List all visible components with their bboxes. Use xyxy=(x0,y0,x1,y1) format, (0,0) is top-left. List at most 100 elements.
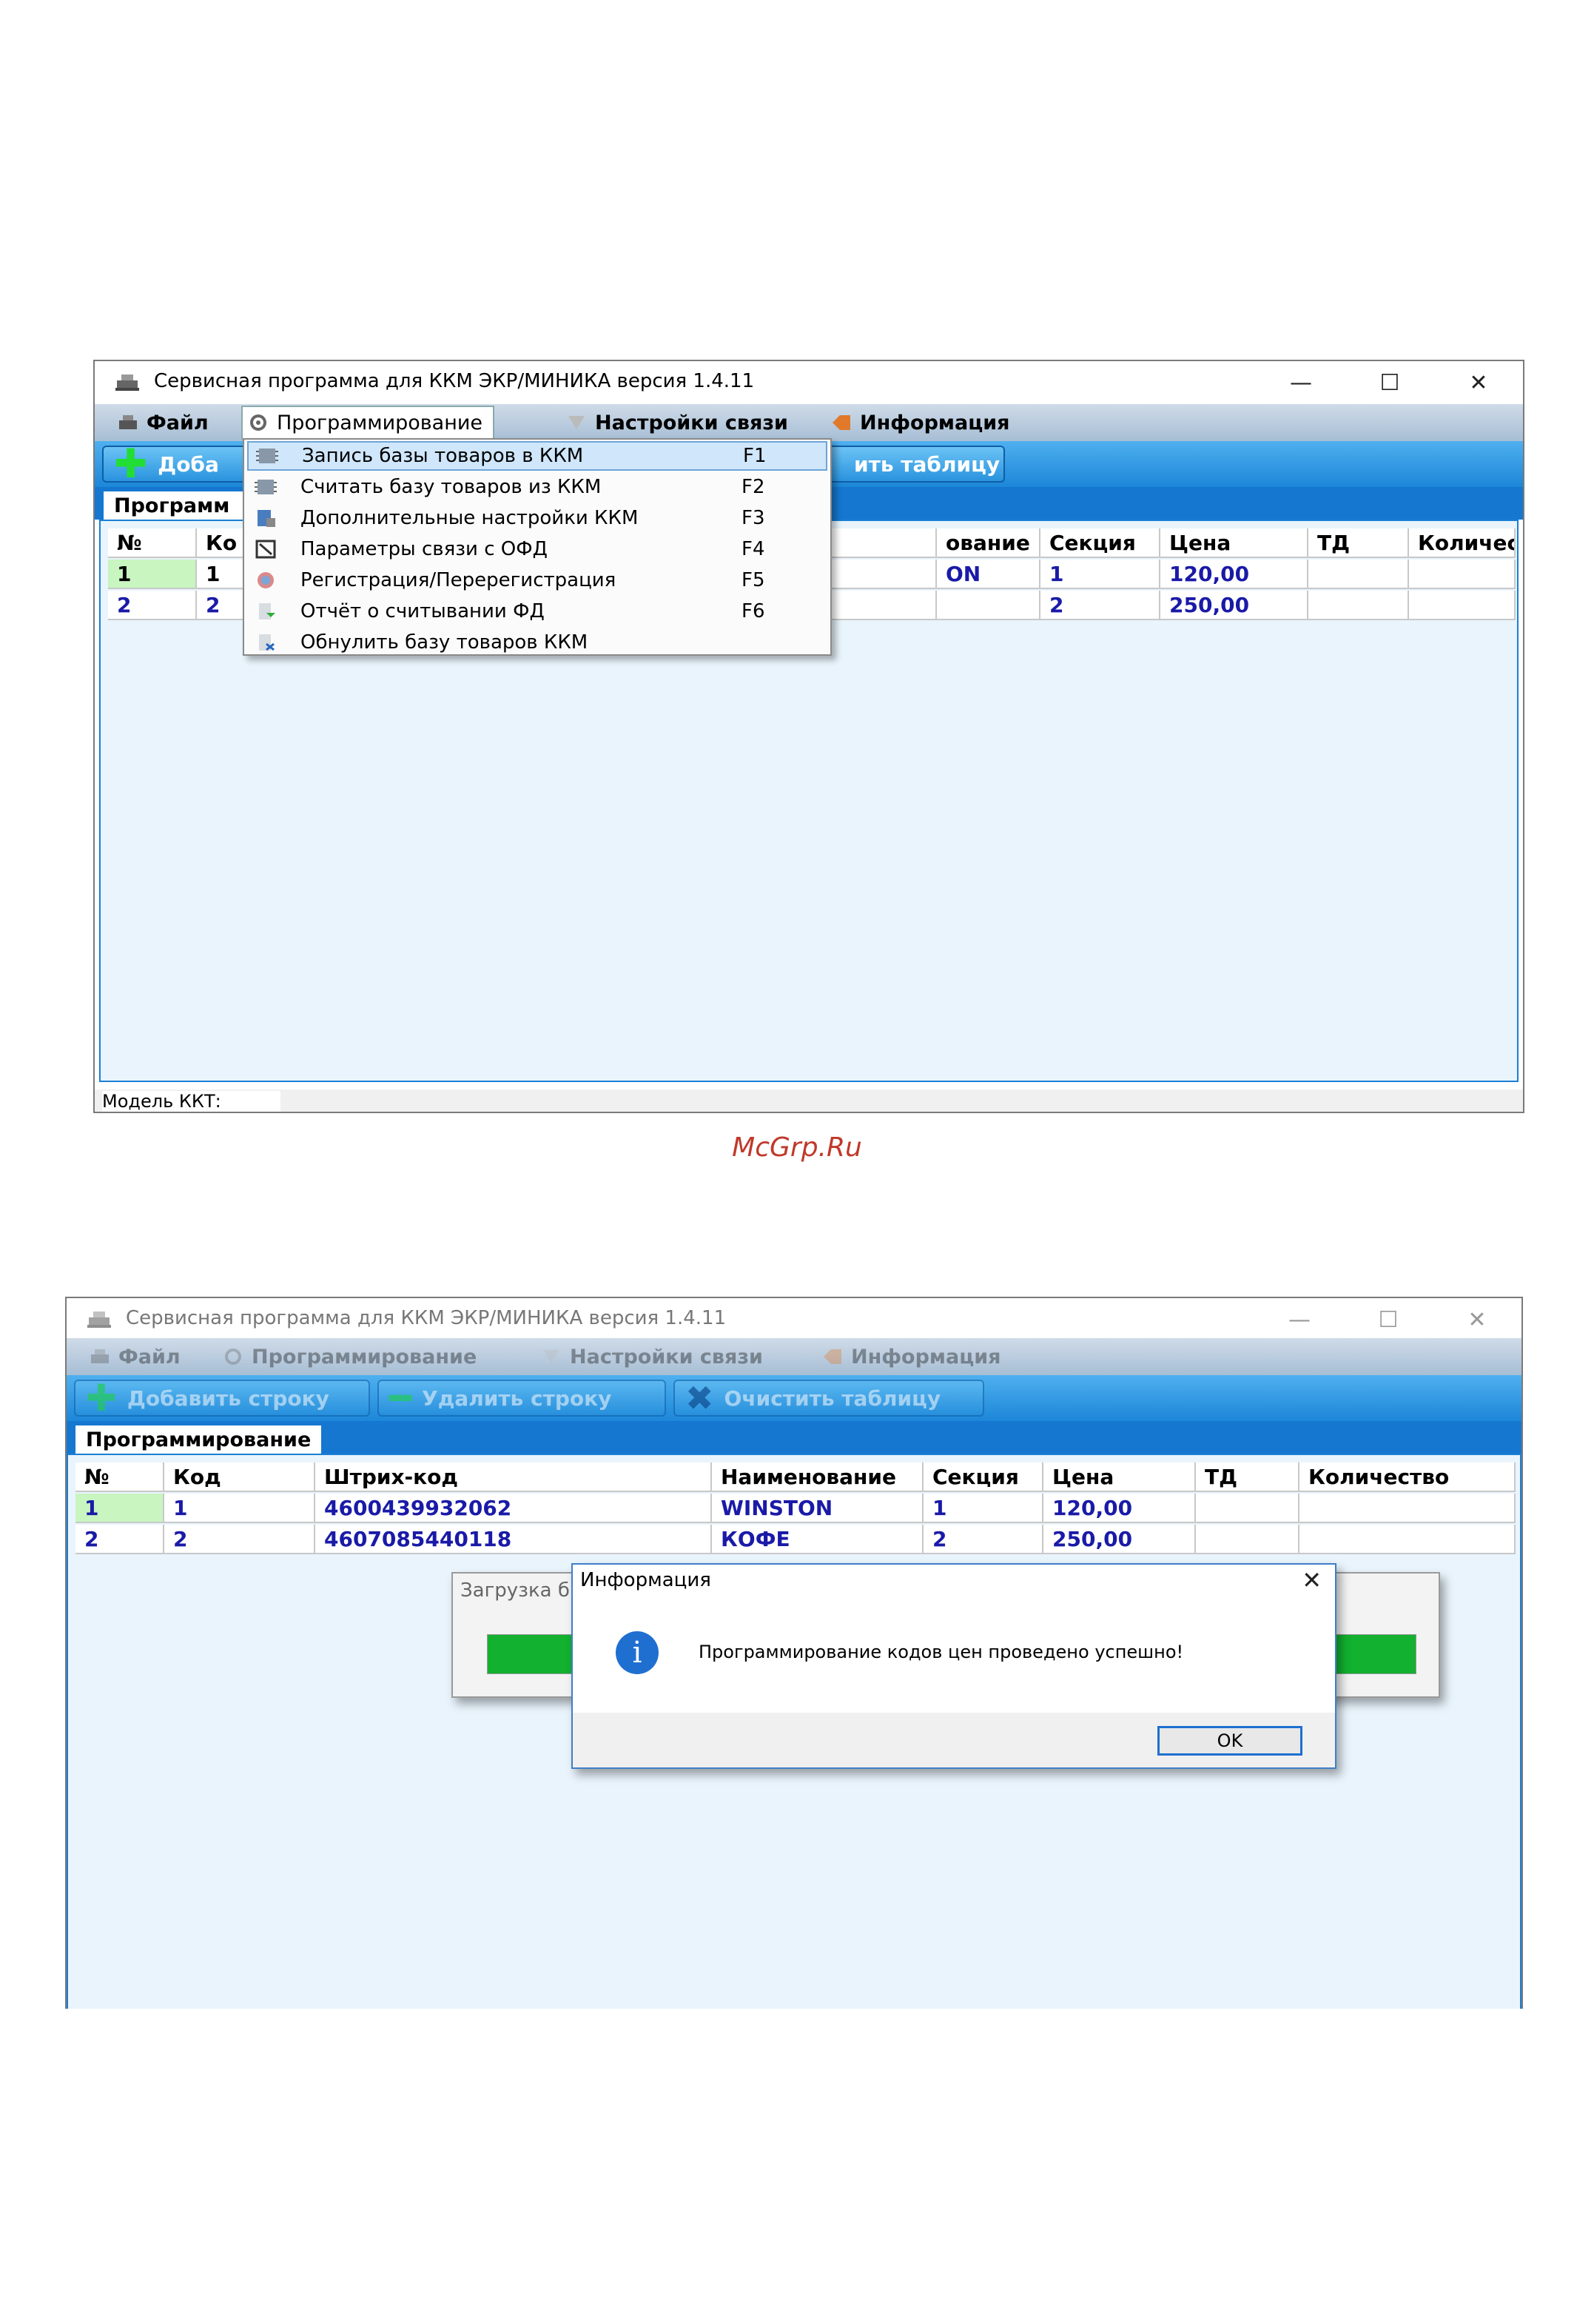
menu-info[interactable]: Информация xyxy=(830,404,1009,441)
menu-file[interactable]: Файл xyxy=(117,404,209,441)
info-dialog-close-button[interactable]: ✕ xyxy=(1302,1566,1322,1594)
col-barcode[interactable]: Штрих-код xyxy=(315,1462,712,1492)
menu-bar: Файл Программирование Настройки связи Ин… xyxy=(67,1338,1521,1375)
menu-programming[interactable]: Программирование xyxy=(222,1338,477,1375)
cell-name[interactable] xyxy=(937,591,1040,620)
cell-section[interactable]: 2 xyxy=(924,1525,1043,1554)
cell-price[interactable]: 120,00 xyxy=(1043,1494,1196,1523)
minimize-button[interactable]: — xyxy=(1257,361,1345,404)
col-qty[interactable]: Количество xyxy=(1409,528,1516,558)
plus-icon: ✚ xyxy=(86,1377,117,1420)
menu-item-reset-products[interactable]: Обнулить базу товаров ККМ xyxy=(247,628,827,657)
menu-item-write-products[interactable]: Запись базы товаров в ККМ F1 xyxy=(247,441,827,471)
programming-dropdown: Запись базы товаров в ККМ F1 Считать баз… xyxy=(243,438,832,656)
col-price[interactable]: Цена xyxy=(1160,528,1308,558)
progress-dialog-title: Загрузка б xyxy=(460,1579,570,1602)
cell-td[interactable] xyxy=(1196,1494,1299,1523)
cell-qty[interactable] xyxy=(1299,1525,1516,1554)
menu-info[interactable]: Информация xyxy=(821,1338,1001,1375)
cell-section[interactable]: 1 xyxy=(1040,560,1160,589)
menu-item-label: Считать базу товаров из ККМ xyxy=(300,476,602,498)
add-row-button[interactable]: ✚ Добавить строку xyxy=(74,1380,370,1417)
menu-file[interactable]: Файл xyxy=(89,1338,181,1375)
cell-name[interactable]: КОФЕ xyxy=(712,1525,924,1554)
tab-programming[interactable]: Программирование xyxy=(75,1425,322,1454)
cell-section[interactable]: 1 xyxy=(924,1494,1043,1523)
table-row[interactable]: 1 1 4600439932062 WINSTON 1 120,00 xyxy=(75,1494,1516,1523)
menu-item-registration[interactable]: Регистрация/Перерегистрация F5 xyxy=(247,565,827,595)
chip-icon xyxy=(256,449,278,463)
tab-strip: Программирование xyxy=(67,1421,1521,1454)
cell-code[interactable]: 1 xyxy=(164,1494,315,1523)
menu-connection[interactable]: Настройки связи xyxy=(540,1338,763,1375)
cell-num[interactable]: 1 xyxy=(108,560,197,589)
menu-item-fd-report[interactable]: Отчёт о считывании ФД F6 xyxy=(247,597,827,626)
status-bar: Модель ККТ: xyxy=(95,1089,1523,1112)
cell-name[interactable]: WINSTON xyxy=(712,1494,924,1523)
menu-item-extra-settings[interactable]: Дополнительные настройки ККМ F3 xyxy=(247,503,827,533)
main-window-1: Сервисная программа для ККМ ЭКР/МИНИКА в… xyxy=(93,360,1524,1113)
shortcut-label: F1 xyxy=(743,445,767,467)
cell-section[interactable]: 2 xyxy=(1040,591,1160,620)
menu-item-label: Дополнительные настройки ККМ xyxy=(300,507,639,529)
close-button[interactable]: ✕ xyxy=(1434,361,1523,404)
maximize-button[interactable]: ☐ xyxy=(1344,1298,1433,1341)
col-num[interactable]: № xyxy=(108,528,197,558)
info-icon: i xyxy=(616,1631,659,1674)
cell-price[interactable]: 250,00 xyxy=(1043,1525,1196,1554)
col-section[interactable]: Секция xyxy=(924,1462,1043,1492)
menu-connection-label: Настройки связи xyxy=(570,1345,763,1368)
col-num[interactable]: № xyxy=(75,1462,164,1492)
cell-num[interactable]: 2 xyxy=(75,1525,164,1554)
minimize-button[interactable]: — xyxy=(1255,1298,1344,1341)
col-qty[interactable]: Количество xyxy=(1299,1462,1516,1492)
clear-table-button[interactable]: ✖ Очистить таблицу xyxy=(673,1380,984,1417)
col-section[interactable]: Секция xyxy=(1040,528,1160,558)
cell-td[interactable] xyxy=(1308,591,1409,620)
cell-qty[interactable] xyxy=(1409,560,1516,589)
cell-name[interactable]: ON xyxy=(937,560,1040,589)
cell-code[interactable]: 2 xyxy=(164,1525,315,1554)
window-title: Сервисная программа для ККМ ЭКР/МИНИКА в… xyxy=(154,370,755,392)
close-button[interactable]: ✕ xyxy=(1433,1298,1521,1341)
cell-num[interactable]: 1 xyxy=(75,1494,164,1523)
info-tag-icon xyxy=(833,415,850,430)
cell-price[interactable]: 250,00 xyxy=(1160,591,1308,620)
col-code[interactable]: Код xyxy=(164,1462,315,1492)
cell-td[interactable] xyxy=(1196,1525,1299,1554)
col-td[interactable]: ТД xyxy=(1308,528,1409,558)
chip-icon xyxy=(255,480,277,494)
menu-file-label: Файл xyxy=(118,1345,181,1368)
report-icon xyxy=(259,603,275,619)
menu-item-ofd-params[interactable]: Параметры связи с ОФД F4 xyxy=(247,534,827,564)
cell-td[interactable] xyxy=(1308,560,1409,589)
cell-barcode[interactable]: 4607085440118 xyxy=(315,1525,712,1554)
table-row[interactable]: 2 2 4607085440118 КОФЕ 2 250,00 xyxy=(75,1525,1516,1554)
maximize-button[interactable]: ☐ xyxy=(1345,361,1434,404)
col-price[interactable]: Цена xyxy=(1043,1462,1196,1492)
cell-barcode[interactable]: 4600439932062 xyxy=(315,1494,712,1523)
cell-price[interactable]: 120,00 xyxy=(1160,560,1308,589)
delete-row-button[interactable]: ━ Удалить строку xyxy=(377,1380,666,1417)
menu-item-label: Отчёт о считывании ФД xyxy=(300,600,545,622)
clear-x-icon: ✖ xyxy=(685,1378,714,1418)
ok-button[interactable]: OK xyxy=(1157,1726,1302,1756)
title-bar: Сервисная программа для ККМ ЭКР/МИНИКА в… xyxy=(67,1298,1521,1341)
cell-qty[interactable] xyxy=(1299,1494,1516,1523)
menu-item-label: Регистрация/Перерегистрация xyxy=(300,569,616,591)
menu-programming[interactable]: Программирование xyxy=(241,406,495,440)
col-td[interactable]: ТД xyxy=(1196,1462,1299,1492)
cash-register-icon xyxy=(115,375,139,391)
cell-qty[interactable] xyxy=(1409,591,1516,620)
col-name[interactable]: Наименование xyxy=(712,1462,924,1492)
menu-connection[interactable]: Настройки связи xyxy=(565,404,788,441)
minus-icon: ━ xyxy=(389,1377,412,1420)
globe-icon xyxy=(258,572,274,588)
shortcut-label: F3 xyxy=(741,507,765,529)
title-bar: Сервисная программа для ККМ ЭКР/МИНИКА в… xyxy=(95,361,1523,404)
menu-item-read-products[interactable]: Считать базу товаров из ККМ F2 xyxy=(247,472,827,502)
col-name[interactable]: ование xyxy=(937,528,1040,558)
cell-num[interactable]: 2 xyxy=(108,591,197,620)
add-row-label: Доба xyxy=(158,451,219,477)
shortcut-label: F2 xyxy=(741,476,765,498)
